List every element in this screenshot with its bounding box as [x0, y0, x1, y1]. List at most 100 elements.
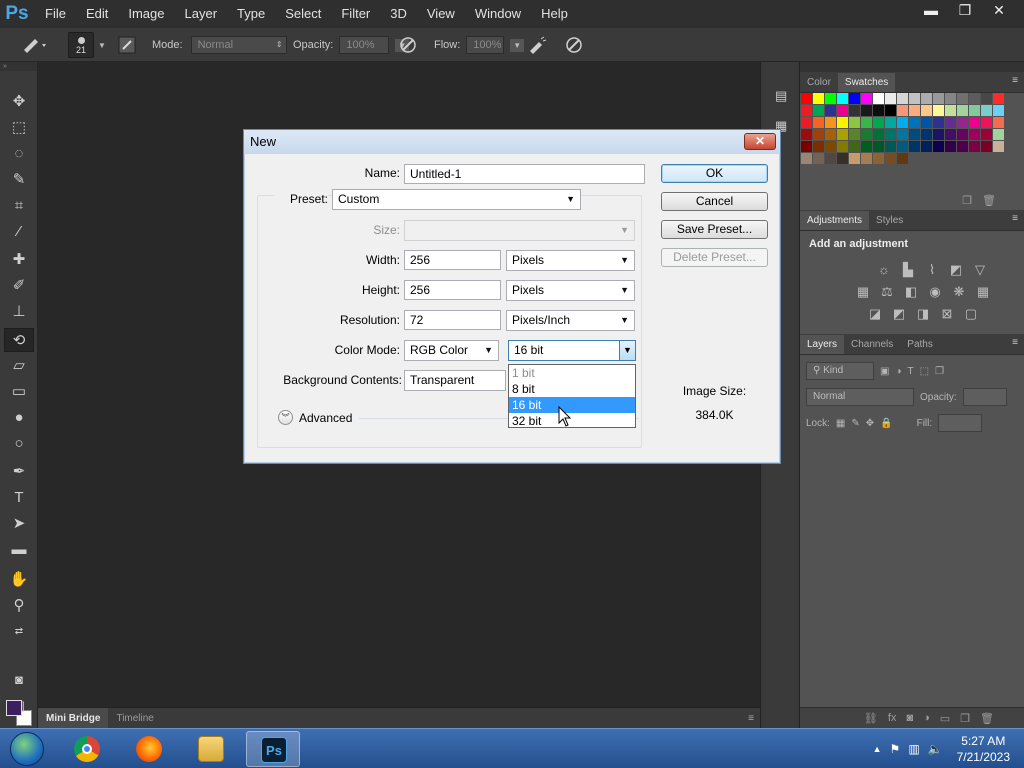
color-swatch[interactable] [813, 153, 824, 164]
network-icon[interactable]: ▥ [908, 742, 919, 756]
filter-type-icon[interactable]: T [908, 366, 914, 377]
filter-shape-icon[interactable]: ⬚ [920, 366, 929, 377]
color-swatch[interactable] [837, 117, 848, 128]
taskbar-firefox[interactable] [122, 731, 176, 767]
width-unit-select[interactable]: Pixels ▼ [506, 250, 635, 271]
color-swatch[interactable] [897, 93, 908, 104]
menu-edit[interactable]: Edit [75, 0, 117, 28]
menu-type[interactable]: Type [226, 0, 274, 28]
color-swatch[interactable] [873, 105, 884, 116]
color-swatch[interactable] [981, 93, 992, 104]
taskbar-chrome[interactable] [60, 731, 114, 767]
zoom-icon[interactable]: ⚲ [4, 594, 34, 618]
color-swatch[interactable] [825, 117, 836, 128]
color-balance-icon[interactable]: ⚖ [878, 283, 896, 301]
color-swatch[interactable] [849, 93, 860, 104]
mode-select[interactable]: Normal ⇕ [190, 36, 287, 54]
show-hidden-icons-icon[interactable]: ▲ [873, 744, 882, 754]
color-swatch[interactable] [921, 129, 932, 140]
resolution-unit-select[interactable]: Pixels/Inch ▼ [506, 310, 635, 331]
color-swatch[interactable] [933, 105, 944, 116]
hand-icon[interactable]: ✋ [4, 568, 34, 592]
history-panel-icon[interactable]: ▤ [775, 88, 787, 104]
color-swatch[interactable] [909, 141, 920, 152]
menu-help[interactable]: Help [530, 0, 577, 28]
color-swatch[interactable] [825, 105, 836, 116]
brush-icon[interactable]: ✐ [4, 274, 34, 298]
lock-position-icon[interactable]: ✥ [866, 418, 874, 429]
exposure-icon[interactable]: ◩ [947, 261, 965, 279]
color-swatch[interactable] [849, 117, 860, 128]
foreground-color-swatch[interactable] [6, 700, 22, 716]
cancel-button[interactable]: Cancel [661, 192, 768, 211]
invert-icon[interactable]: ◪ [866, 305, 884, 323]
flow-field[interactable]: 100% [466, 36, 505, 54]
clock[interactable]: 5:27 AM 7/21/2023 [951, 733, 1016, 765]
brightness-icon[interactable]: ☼ [875, 261, 893, 279]
gradient-icon[interactable]: ▭ [4, 380, 34, 404]
color-swatch[interactable] [897, 153, 908, 164]
color-swatch[interactable] [813, 117, 824, 128]
layer-mask-icon[interactable]: ◙ [906, 712, 913, 724]
color-swatch[interactable] [825, 153, 836, 164]
color-swatch[interactable] [837, 141, 848, 152]
color-swatch[interactable] [981, 117, 992, 128]
bit-depth-select[interactable]: 16 bit ▼ [508, 340, 636, 361]
color-swatch[interactable] [849, 129, 860, 140]
posterize-icon[interactable]: ◩ [890, 305, 908, 323]
bit-depth-option-16[interactable]: 16 bit [509, 397, 635, 413]
color-swatch[interactable] [909, 117, 920, 128]
tab-layers[interactable]: Layers [800, 335, 845, 354]
name-input[interactable]: Untitled-1 [404, 164, 645, 184]
threshold-icon[interactable]: ◨ [914, 305, 932, 323]
photo-filter-icon[interactable]: ◉ [926, 283, 944, 301]
color-swatch[interactable] [801, 117, 812, 128]
filter-adjustment-icon[interactable]: ◑ [895, 366, 901, 377]
color-swatch[interactable] [981, 105, 992, 116]
color-swatch[interactable] [921, 117, 932, 128]
new-adjustment-icon[interactable]: ◑ [923, 712, 930, 724]
lock-transparency-icon[interactable]: ▦ [836, 418, 845, 429]
layer-kind-filter[interactable]: ⚲ Kind [806, 362, 874, 380]
color-swatch[interactable] [897, 141, 908, 152]
new-group-icon[interactable]: ▭ [940, 712, 950, 725]
color-swatch[interactable] [861, 93, 872, 104]
black-white-icon[interactable]: ◧ [902, 283, 920, 301]
color-swatch[interactable] [945, 117, 956, 128]
color-swatch[interactable] [873, 141, 884, 152]
lock-all-icon[interactable]: 🔒 [880, 418, 892, 429]
quick-select-icon[interactable]: ✎ [4, 168, 34, 192]
color-swatch[interactable] [885, 129, 896, 140]
color-swatch[interactable] [969, 117, 980, 128]
color-swatch[interactable] [909, 105, 920, 116]
taskbar-photoshop[interactable]: Ps [246, 731, 300, 767]
tab-styles[interactable]: Styles [869, 211, 910, 230]
color-swatch[interactable] [837, 129, 848, 140]
color-swatch[interactable] [885, 93, 896, 104]
taskbar-explorer[interactable] [184, 731, 238, 767]
color-swatch[interactable] [921, 105, 932, 116]
color-swatch[interactable] [957, 129, 968, 140]
save-preset-button[interactable]: Save Preset... [661, 220, 768, 239]
color-swatch[interactable] [897, 117, 908, 128]
flow-dropdown-icon[interactable]: ▼ [510, 38, 525, 52]
panel-menu-icon[interactable]: ≡ [1012, 337, 1018, 348]
color-swatch[interactable] [993, 129, 1004, 140]
lasso-icon[interactable]: ◌ [4, 142, 34, 166]
menu-3d[interactable]: 3D [379, 0, 416, 28]
width-input[interactable]: 256 [404, 250, 501, 270]
brush-dropdown-arrow-icon[interactable]: ▼ [98, 41, 106, 50]
color-swatch[interactable] [801, 93, 812, 104]
restore-button[interactable]: ❐ [948, 0, 982, 20]
volume-icon[interactable]: 🔈 [928, 742, 943, 756]
color-swatch[interactable] [993, 105, 1004, 116]
color-swatch[interactable] [825, 141, 836, 152]
color-swatch[interactable] [849, 153, 860, 164]
color-swatch[interactable] [933, 141, 944, 152]
tab-swatches[interactable]: Swatches [837, 73, 896, 92]
marquee-icon[interactable]: ⬚ [4, 116, 34, 140]
action-center-icon[interactable]: ⚑ [890, 742, 901, 756]
trash-icon[interactable]: 🗑 [980, 712, 994, 725]
lock-pixels-icon[interactable]: ✎ [851, 418, 859, 429]
color-swatch[interactable] [801, 141, 812, 152]
